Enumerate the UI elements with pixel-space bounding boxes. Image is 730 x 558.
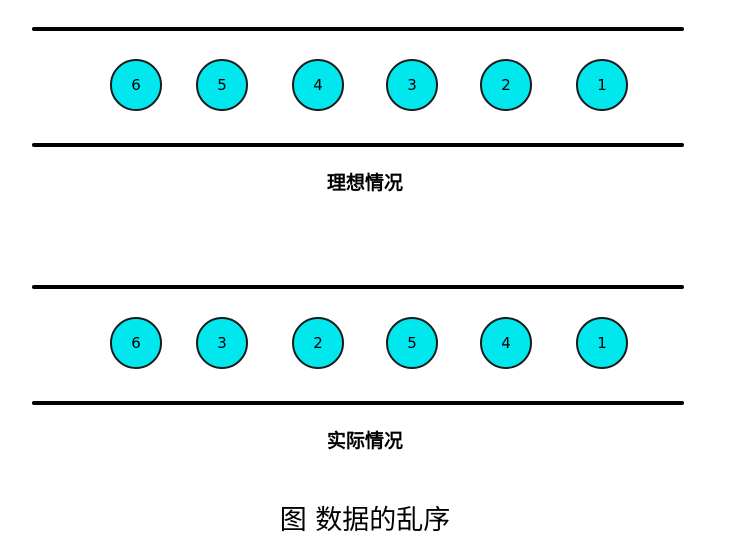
actual-top-rail	[32, 285, 684, 289]
figure-caption: 图 数据的乱序	[279, 505, 451, 536]
actual-bottom-rail	[32, 401, 684, 405]
ideal-bottom-rail	[32, 143, 684, 147]
ideal-label: 理想情况	[326, 172, 403, 194]
actual-label: 实际情况	[326, 430, 403, 452]
actual-packet: 3	[196, 317, 248, 369]
actual-packet: 2	[292, 317, 344, 369]
actual-packet: 6	[110, 317, 162, 369]
ideal-packet: 3	[386, 59, 438, 111]
ideal-packet: 6	[110, 59, 162, 111]
ideal-packet: 5	[196, 59, 248, 111]
ideal-top-rail	[32, 27, 684, 31]
actual-packet: 5	[386, 317, 438, 369]
actual-packet: 1	[576, 317, 628, 369]
ideal-packet: 1	[576, 59, 628, 111]
actual-packet: 4	[480, 317, 532, 369]
ideal-packet: 4	[292, 59, 344, 111]
ideal-packet: 2	[480, 59, 532, 111]
